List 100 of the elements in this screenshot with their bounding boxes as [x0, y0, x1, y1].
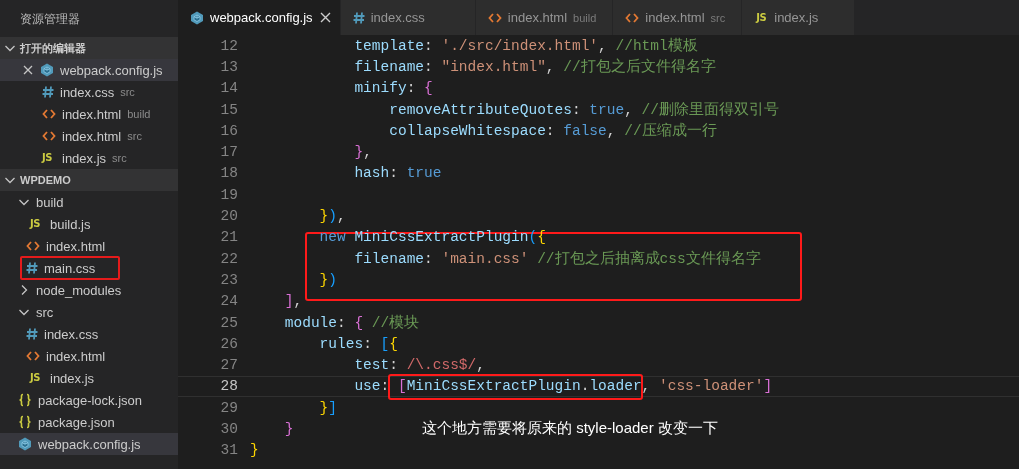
- editor-tab[interactable]: index.html build: [475, 0, 614, 35]
- js-file-icon: JS: [30, 372, 44, 384]
- file-row[interactable]: index.html src: [0, 125, 178, 147]
- file-name: index.css: [60, 84, 115, 100]
- file-row[interactable]: node_modules: [0, 279, 178, 301]
- code-line: filename: 'main.css' //打包之后抽离成css文件得名字: [353, 249, 761, 269]
- file-name: package-lock.json: [38, 392, 143, 408]
- hash-icon: [42, 85, 54, 99]
- code-line: }]: [318, 399, 338, 416]
- file-row[interactable]: index.html build: [0, 103, 178, 125]
- hash-icon: [26, 327, 38, 341]
- path-hint: src: [127, 130, 142, 142]
- file-row[interactable]: JS index.js src: [0, 147, 178, 169]
- tab-label: index.html: [645, 10, 705, 25]
- file-name: index.css: [44, 326, 99, 342]
- file-name: webpack.config.js: [38, 436, 141, 452]
- file-name: build.js: [50, 216, 91, 232]
- file-row[interactable]: main.css: [0, 257, 178, 279]
- path-hint: build: [127, 108, 151, 120]
- line-number: 12: [219, 37, 238, 54]
- code-line: collapseWhitespace: false, //压缩成一行: [388, 122, 717, 141]
- path-hint: src: [120, 86, 135, 98]
- file-row[interactable]: index.css src: [0, 81, 178, 103]
- file-row[interactable]: index.css: [0, 323, 178, 345]
- file-row[interactable]: build: [0, 191, 178, 213]
- code-line: }: [283, 421, 294, 437]
- line-number: 17: [219, 144, 238, 161]
- braces-icon: [18, 393, 32, 407]
- code-line: test: /\.css$/,: [353, 357, 485, 374]
- line-number: 23: [219, 271, 238, 288]
- file-row[interactable]: JS index.js: [0, 367, 178, 389]
- file-name: index.html: [46, 238, 106, 254]
- line-number: 16: [219, 122, 238, 139]
- file-row[interactable]: package.json: [0, 411, 178, 433]
- explorer-title: 资源管理器: [19, 11, 81, 27]
- file-row[interactable]: webpack.config.js: [0, 433, 178, 455]
- section-label: WPDEMO: [20, 174, 71, 186]
- js-file-icon: JS: [42, 152, 56, 164]
- js-file-icon: JS: [754, 11, 769, 24]
- code-line: new MiniCssExtractPlugin({: [318, 229, 546, 246]
- tab-label: webpack.config.js: [210, 10, 313, 25]
- path-hint: build: [573, 11, 597, 24]
- file-row[interactable]: JS build.js: [0, 213, 178, 235]
- editor-tab[interactable]: webpack.config.js: [178, 0, 341, 35]
- code-brackets-icon: [26, 239, 40, 253]
- cube-icon: [190, 10, 204, 25]
- close-icon: [318, 11, 332, 24]
- path-hint: src: [710, 11, 726, 24]
- code-line: hash: true: [353, 165, 442, 182]
- file-row[interactable]: webpack.config.js: [0, 59, 178, 81]
- line-number: 30: [219, 421, 238, 437]
- file-row[interactable]: package-lock.json: [0, 389, 178, 411]
- file-name: package.json: [38, 414, 115, 430]
- line-number: 20: [219, 208, 238, 224]
- annotation-text: 这个地方需要将原来的 style-loader 改变一下: [422, 419, 718, 439]
- line-number: 14: [219, 80, 238, 97]
- code-line: }): [318, 271, 338, 288]
- line-number: 31: [219, 442, 238, 459]
- hash-icon: [26, 261, 38, 275]
- file-name: index.js: [62, 150, 107, 166]
- code-line: rules: [{: [318, 335, 398, 352]
- line-number: 29: [219, 399, 238, 416]
- file-name: index.html: [62, 106, 122, 122]
- line-number: 13: [219, 58, 238, 75]
- line-number: 22: [219, 250, 238, 267]
- line-number: 28: [219, 378, 238, 395]
- file-row[interactable]: index.html: [0, 345, 178, 367]
- file-name: index.html: [46, 348, 106, 364]
- close-icon: [22, 64, 34, 76]
- folder-name: build: [36, 194, 64, 210]
- file-name: webpack.config.js: [60, 62, 163, 78]
- code-line: },: [353, 144, 372, 161]
- line-number: 15: [219, 101, 238, 118]
- tab-label: index.js: [774, 10, 819, 25]
- js-file-icon: JS: [30, 218, 44, 230]
- line-number: 18: [219, 165, 238, 182]
- section-label: 打开的编辑器: [20, 40, 86, 56]
- editor-tab[interactable]: JS index.js: [742, 0, 856, 35]
- code-line: removeAttributeQuotes: true, //删除里面得双引号: [388, 101, 779, 120]
- file-row[interactable]: src: [0, 301, 178, 323]
- line-number: 24: [219, 293, 238, 310]
- line-number: 21: [219, 229, 238, 246]
- tab-label: index.html: [507, 10, 568, 25]
- file-row[interactable]: index.html: [0, 235, 178, 257]
- tab-label: index.css: [370, 10, 425, 25]
- editor-tab[interactable]: index.html src: [613, 0, 743, 35]
- section-header[interactable]: WPDEMO: [0, 169, 178, 191]
- code-brackets-icon: [42, 129, 56, 143]
- folder-name: node_modules: [36, 282, 122, 298]
- code-line: }: [250, 442, 259, 459]
- editor-tab[interactable]: index.css: [340, 0, 476, 35]
- code-line: ],: [283, 293, 303, 310]
- line-number: 19: [219, 186, 238, 203]
- code-brackets-icon: [42, 107, 56, 121]
- section-header[interactable]: 打开的编辑器: [0, 37, 178, 59]
- file-name: index.js: [50, 370, 95, 386]
- file-name: main.css: [44, 260, 96, 276]
- code-brackets-icon: [26, 349, 40, 363]
- code-line: filename: "index.html", //打包之后文件得名字: [353, 57, 716, 77]
- code-line: }),: [318, 208, 346, 224]
